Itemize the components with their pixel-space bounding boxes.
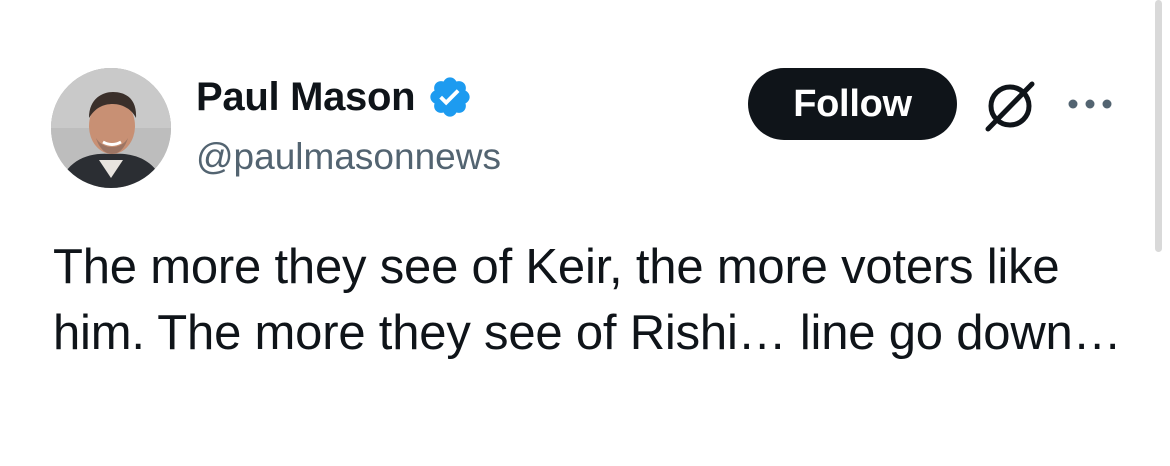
author-handle[interactable]: @paulmasonnews (196, 135, 501, 179)
author-block: Paul Mason @paulmasonnews (196, 73, 501, 179)
avatar-photo (51, 68, 171, 188)
verified-badge-icon[interactable] (427, 74, 473, 120)
more-options-icon[interactable] (1066, 96, 1114, 112)
author-name-row: Paul Mason (196, 73, 501, 121)
tweet-text: The more they see of Keir, the more vote… (53, 240, 1122, 360)
follow-button[interactable]: Follow (748, 68, 957, 140)
tweet-card: Paul Mason @paulmasonnews Follow The mor… (0, 0, 1170, 466)
author-display-name[interactable]: Paul Mason (196, 73, 416, 121)
scrollbar[interactable] (1155, 0, 1162, 252)
grok-icon[interactable] (980, 78, 1038, 134)
avatar[interactable] (51, 68, 171, 188)
